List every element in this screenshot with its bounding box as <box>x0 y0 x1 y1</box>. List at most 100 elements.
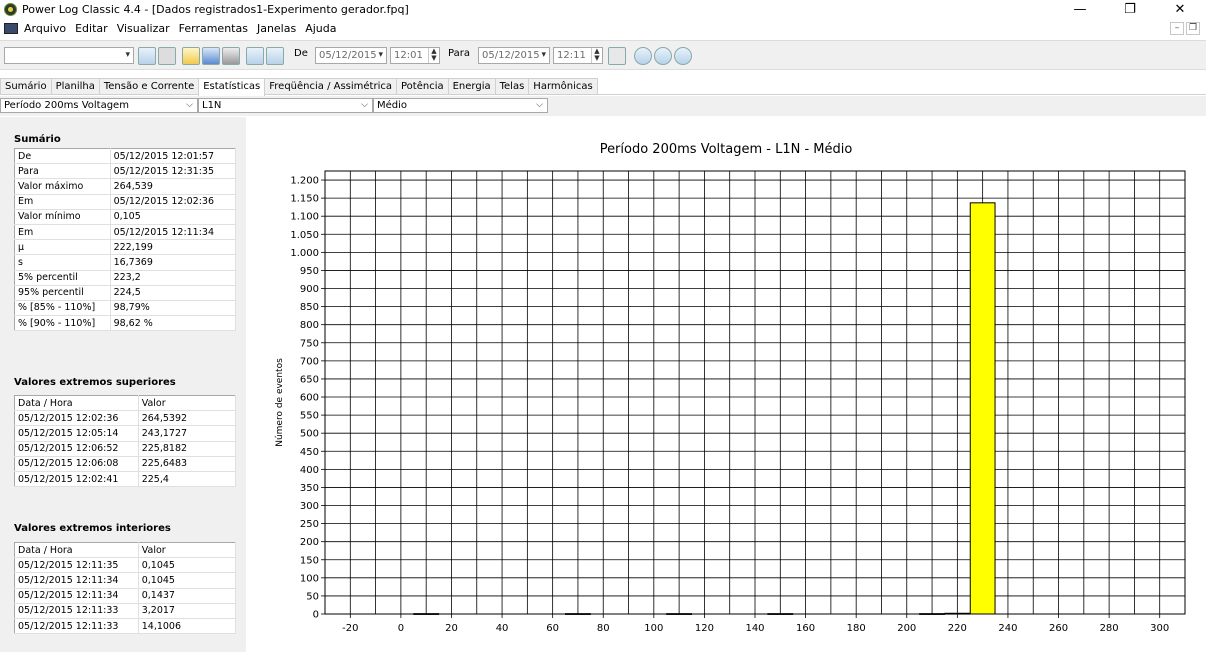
properties-icon[interactable] <box>158 47 176 65</box>
chevron-down-icon: ⌵ <box>186 100 193 110</box>
export-icon[interactable] <box>246 47 264 65</box>
y-tick-label: 750 <box>300 338 319 349</box>
menu-janelas[interactable]: Janelas <box>257 22 296 35</box>
y-tick-label: 850 <box>300 302 319 313</box>
x-tick-label: 180 <box>847 623 866 634</box>
menu-ajuda[interactable]: Ajuda <box>305 22 336 35</box>
tab-potencia[interactable]: Potência <box>396 78 449 94</box>
lower-extreme-value-cell: 3,2017 <box>138 603 237 619</box>
tab-tensao-corrente[interactable]: Tensão e Corrente <box>98 78 200 94</box>
close-button[interactable]: ✕ <box>1160 0 1200 20</box>
print-icon[interactable] <box>222 47 240 65</box>
y-tick-label: 600 <box>300 393 319 404</box>
mode-select[interactable]: Médio ⌵ <box>373 98 548 113</box>
refresh-icon[interactable] <box>608 47 626 65</box>
mdi-minimize-button[interactable]: – <box>1170 22 1184 35</box>
summary-label-cell: Valor máximo <box>14 178 111 195</box>
y-tick-label: 0 <box>313 610 319 621</box>
chevron-down-icon: ▾ <box>125 50 130 60</box>
maximize-button[interactable]: ❐ <box>1110 0 1150 20</box>
tab-frequencia[interactable]: Freqüência / Assimétrica <box>264 78 397 94</box>
menu-bar: Arquivo Editar Visualizar Ferramentas Ja… <box>0 20 1206 38</box>
parameter-select[interactable]: Período 200ms Voltagem ⌵ <box>0 98 198 113</box>
tab-harmonicas[interactable]: Harmônicas <box>528 78 598 94</box>
lower-extreme-header-cell: Valor <box>138 542 237 559</box>
toolbar: ▾ De 05/12/2015 ▾ 12:01 ▲ ▼ Para 05/12/2015… <box>0 40 1206 70</box>
de-date-value: 05/12/2015 <box>319 50 377 61</box>
window-title: Power Log Classic 4.4 - [Dados registrad… <box>22 3 409 16</box>
statistics-panel: Sumário De 05/12/2015 12:01:57 Para 05/12/2… <box>0 117 246 652</box>
menu-editar[interactable]: Editar <box>75 22 108 35</box>
summary-label-cell: s <box>14 254 111 271</box>
lower-extreme-row: 05/12/2015 12:11:34 0,1045 <box>14 572 237 589</box>
para-date-field[interactable]: 05/12/2015 ▾ <box>478 47 550 64</box>
summary-row: De 05/12/2015 12:01:57 <box>14 148 237 165</box>
para-time-value: 12:11 <box>557 50 586 61</box>
summary-value-cell: 05/12/2015 12:31:35 <box>110 163 237 180</box>
upper-extreme-header-row: Data / Hora Valor <box>14 395 237 412</box>
summary-value-cell: 222,199 <box>110 239 237 256</box>
tab-sumario[interactable]: Sumário <box>0 78 52 94</box>
y-tick-label: 500 <box>300 429 319 440</box>
x-tick-label: 0 <box>398 623 404 634</box>
de-date-field[interactable]: 05/12/2015 ▾ <box>315 47 387 64</box>
summary-table: De 05/12/2015 12:01:57 Para 05/12/2015 12:3… <box>14 148 237 332</box>
document-icon[interactable] <box>4 23 18 34</box>
mdi-restore-button[interactable]: ❐ <box>1186 22 1200 35</box>
summary-row: % [85% - 110%] 98,79% <box>14 300 237 317</box>
download-icon[interactable] <box>138 47 156 65</box>
selector-bar: Período 200ms Voltagem ⌵ L1N ⌵ Médio ⌵ <box>0 96 1206 116</box>
title-bar: Power Log Classic 4.4 - [Dados registrad… <box>0 0 1206 20</box>
tab-planilha[interactable]: Planilha <box>50 78 100 94</box>
menu-ferramentas[interactable]: Ferramentas <box>179 22 248 35</box>
para-time-field[interactable]: 12:11 ▲ ▼ <box>553 47 603 64</box>
zoom-reset-icon[interactable] <box>674 47 692 65</box>
histogram-chart: Período 200ms Voltagem - L1N - Médio 0 50… <box>246 117 1206 652</box>
menu-arquivo[interactable]: Arquivo <box>24 22 66 35</box>
lower-extreme-header-cell: Data / Hora <box>14 542 139 559</box>
lower-extreme-value-cell: 0,1045 <box>138 557 237 574</box>
lower-extreme-label-cell: 05/12/2015 12:11:34 <box>14 588 139 604</box>
summary-label-cell: % [90% - 110%] <box>14 315 111 332</box>
summary-value-cell: 98,79% <box>110 300 237 317</box>
save-icon[interactable] <box>202 47 220 65</box>
summary-value-cell: 05/12/2015 12:01:57 <box>110 148 237 165</box>
upper-extreme-label-cell: 05/12/2015 12:06:52 <box>14 441 139 457</box>
summary-row: Em 05/12/2015 12:02:36 <box>14 194 237 210</box>
zoom-in-icon[interactable] <box>634 47 652 65</box>
menu-visualizar[interactable]: Visualizar <box>117 22 170 35</box>
open-file-icon[interactable] <box>182 47 200 65</box>
lower-extreme-row: 05/12/2015 12:11:35 0,1045 <box>14 557 237 574</box>
y-tick-label: 1.100 <box>290 212 319 223</box>
spinner-icon[interactable]: ▲ ▼ <box>428 48 439 63</box>
y-tick-label: 300 <box>300 501 319 512</box>
upper-extreme-value-cell: 243,1727 <box>138 425 237 442</box>
x-tick-label: 160 <box>796 623 815 634</box>
y-tick-label: 1.200 <box>290 176 319 187</box>
summary-value-cell: 05/12/2015 12:02:36 <box>110 194 237 210</box>
lower-extreme-label-cell: 05/12/2015 12:11:33 <box>14 603 139 619</box>
summary-label-cell: Valor mínimo <box>14 209 111 225</box>
lower-extremes-table: Data / Hora Valor 05/12/2015 12:11:35 0,104… <box>14 542 237 635</box>
spinner-icon[interactable]: ▲ ▼ <box>591 48 602 63</box>
chart-title: Período 200ms Voltagem - L1N - Médio <box>599 142 853 157</box>
report-icon[interactable] <box>266 47 284 65</box>
y-tick-label: 1.000 <box>290 248 319 259</box>
lower-extreme-header-row: Data / Hora Valor <box>14 542 237 559</box>
x-tick-label: 60 <box>546 623 559 634</box>
tab-energia[interactable]: Energia <box>447 78 496 94</box>
summary-label-cell: 95% percentil <box>14 285 111 301</box>
file-combo[interactable]: ▾ <box>4 47 134 64</box>
view-tabs: Sumário Planilha Tensão e Corrente Estat… <box>0 78 1206 96</box>
zoom-out-icon[interactable] <box>654 47 672 65</box>
tab-telas[interactable]: Telas <box>494 78 530 94</box>
histogram-bar <box>767 613 794 615</box>
phase-select[interactable]: L1N ⌵ <box>198 98 373 113</box>
y-tick-label: 1.150 <box>290 194 319 205</box>
minimize-button[interactable]: — <box>1060 0 1100 20</box>
tab-estatisticas[interactable]: Estatísticas <box>198 78 266 96</box>
de-time-field[interactable]: 12:01 ▲ ▼ <box>390 47 440 64</box>
y-tick-label: 100 <box>300 573 319 584</box>
summary-label-cell: 5% percentil <box>14 270 111 286</box>
summary-row: Para 05/12/2015 12:31:35 <box>14 163 237 180</box>
